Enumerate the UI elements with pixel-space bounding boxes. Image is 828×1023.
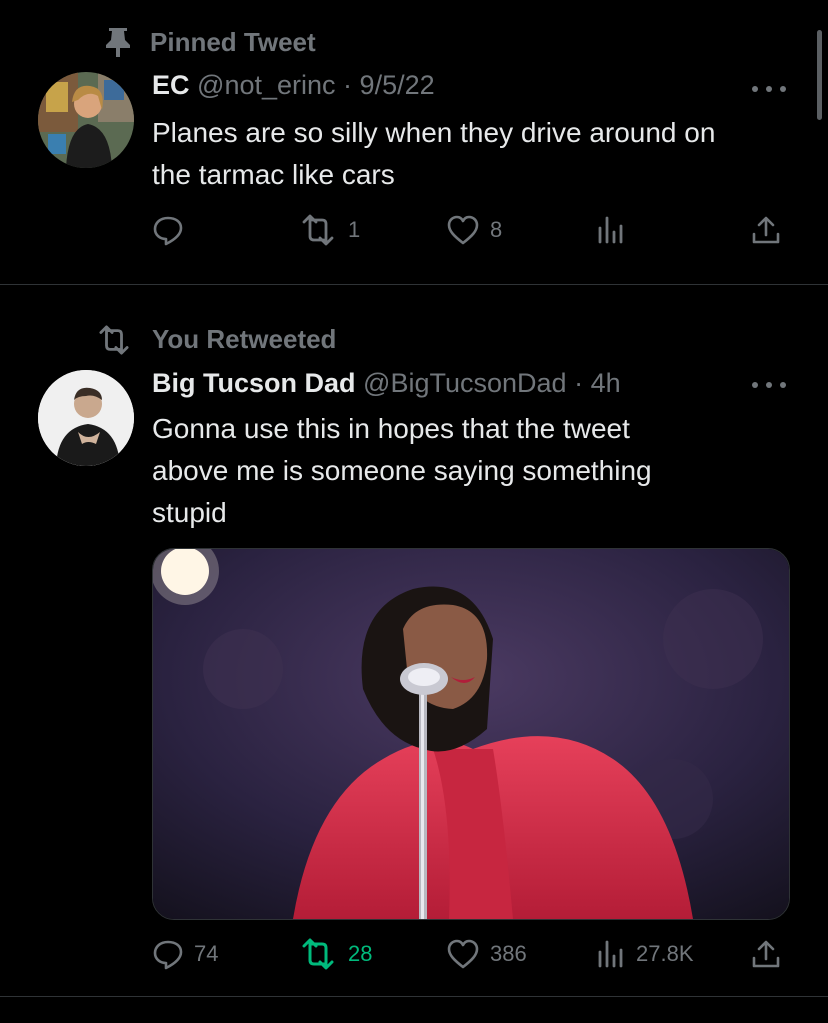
separator-dot: · <box>343 70 353 100</box>
tweet-text: Planes are so silly when they drive arou… <box>152 112 715 196</box>
like-count: 8 <box>490 217 503 242</box>
like-count: 386 <box>490 941 527 966</box>
reply-icon <box>153 216 183 246</box>
divider <box>0 284 828 285</box>
avatar-image <box>38 370 134 466</box>
tweet-text-line: above me is someone saying something <box>152 455 652 486</box>
views-button[interactable] <box>596 214 626 246</box>
retweet-icon <box>302 938 334 970</box>
avatar-image <box>38 72 134 168</box>
tweet-date[interactable]: 9/5/22 <box>360 70 435 100</box>
retweet-icon <box>99 324 129 355</box>
author-handle[interactable]: @not_erinc <box>197 70 335 100</box>
views-icon <box>598 940 623 968</box>
like-button[interactable]: 386 <box>446 938 527 970</box>
like-icon <box>447 939 479 969</box>
pinned-context: Pinned Tweet <box>104 26 316 58</box>
share-button[interactable] <box>750 938 782 970</box>
pinned-label: Pinned Tweet <box>150 26 316 57</box>
pin-icon <box>106 28 130 57</box>
tweet-text-line: the tarmac like cars <box>152 159 395 190</box>
author-handle[interactable]: @BigTucsonDad <box>363 368 567 398</box>
avatar[interactable] <box>38 72 134 168</box>
share-icon <box>752 940 780 968</box>
share-icon <box>752 216 780 244</box>
share-button[interactable] <box>750 214 782 246</box>
avatar[interactable] <box>38 370 134 466</box>
tweet-header: Big Tucson Dad @BigTucsonDad · 4h <box>152 368 621 399</box>
tweet-text-line: Planes are so silly when they drive arou… <box>152 117 716 148</box>
more-icon[interactable] <box>752 382 786 392</box>
views-count: 27.8K <box>636 941 694 966</box>
retweet-context-label: You Retweeted <box>152 324 337 354</box>
divider <box>0 996 828 997</box>
views-button[interactable]: 27.8K <box>596 938 694 970</box>
reply-button[interactable] <box>152 214 184 246</box>
retweet-button[interactable]: 1 <box>298 214 360 246</box>
more-icon[interactable] <box>752 86 786 96</box>
tweet-time[interactable]: 4h <box>591 368 621 398</box>
tweet-text: Gonna use this in hopes that the tweet a… <box>152 408 652 534</box>
reply-button[interactable]: 74 <box>152 938 218 970</box>
retweet-count: 28 <box>348 941 373 966</box>
separator-dot: · <box>574 368 584 398</box>
tweet-media[interactable] <box>152 548 790 920</box>
scrollbar[interactable] <box>817 30 822 120</box>
reply-count: 74 <box>194 941 219 966</box>
retweet-count: 1 <box>348 217 361 242</box>
author-name[interactable]: EC <box>152 70 190 100</box>
retweet-context: You Retweeted <box>94 324 336 355</box>
retweet-icon <box>302 214 334 246</box>
tweet-text-line: Gonna use this in hopes that the tweet <box>152 413 630 444</box>
like-icon <box>447 215 479 245</box>
author-name[interactable]: Big Tucson Dad <box>152 368 356 398</box>
media-photo <box>153 549 789 919</box>
reply-icon <box>153 940 183 970</box>
tweet-text-line: stupid <box>152 497 227 528</box>
retweet-button[interactable]: 28 <box>298 938 372 970</box>
views-icon <box>598 216 623 244</box>
like-button[interactable]: 8 <box>446 214 502 246</box>
tweet-header: EC @not_erinc · 9/5/22 <box>152 70 435 101</box>
